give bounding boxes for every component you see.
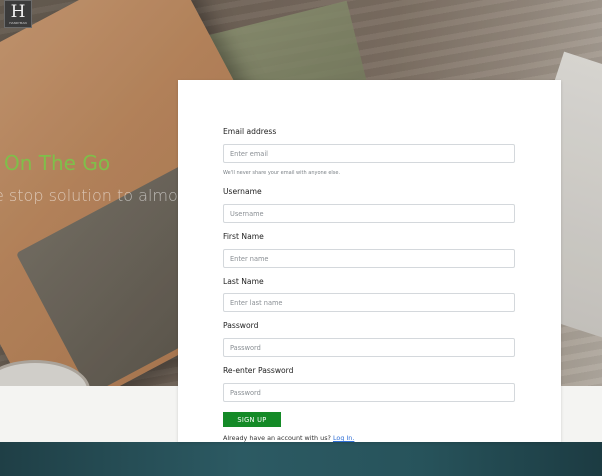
last-name-label: Last Name xyxy=(223,277,264,286)
password-label: Password xyxy=(223,321,259,330)
username-input[interactable] xyxy=(223,204,515,223)
login-prompt-text: Already have an account with us? xyxy=(223,434,331,442)
site-logo[interactable]: H HANDYMAN xyxy=(4,0,32,28)
confirm-password-input[interactable] xyxy=(223,383,515,402)
sign-up-button[interactable]: SIGN UP xyxy=(223,412,281,427)
confirm-password-label: Re-enter Password xyxy=(223,366,294,375)
login-link[interactable]: Log In. xyxy=(333,434,354,442)
first-name-label: First Name xyxy=(223,232,264,241)
last-name-input[interactable] xyxy=(223,293,515,312)
hero-subtitle: e stop solution to almost e xyxy=(0,186,208,205)
username-label: Username xyxy=(223,187,262,196)
logo-tagline: HANDYMAN xyxy=(9,20,27,25)
email-input[interactable] xyxy=(223,144,515,163)
footer-band xyxy=(0,442,602,476)
hero-title: On The Go xyxy=(4,151,111,175)
first-name-input[interactable] xyxy=(223,249,515,268)
email-label: Email address xyxy=(223,127,277,136)
logo-letter: H xyxy=(10,1,26,22)
password-input[interactable] xyxy=(223,338,515,357)
signup-card: Email address We'll never share your ema… xyxy=(178,80,561,442)
login-prompt: Already have an account with us? Log In. xyxy=(223,434,354,442)
email-help-text: We'll never share your email with anyone… xyxy=(223,170,341,176)
